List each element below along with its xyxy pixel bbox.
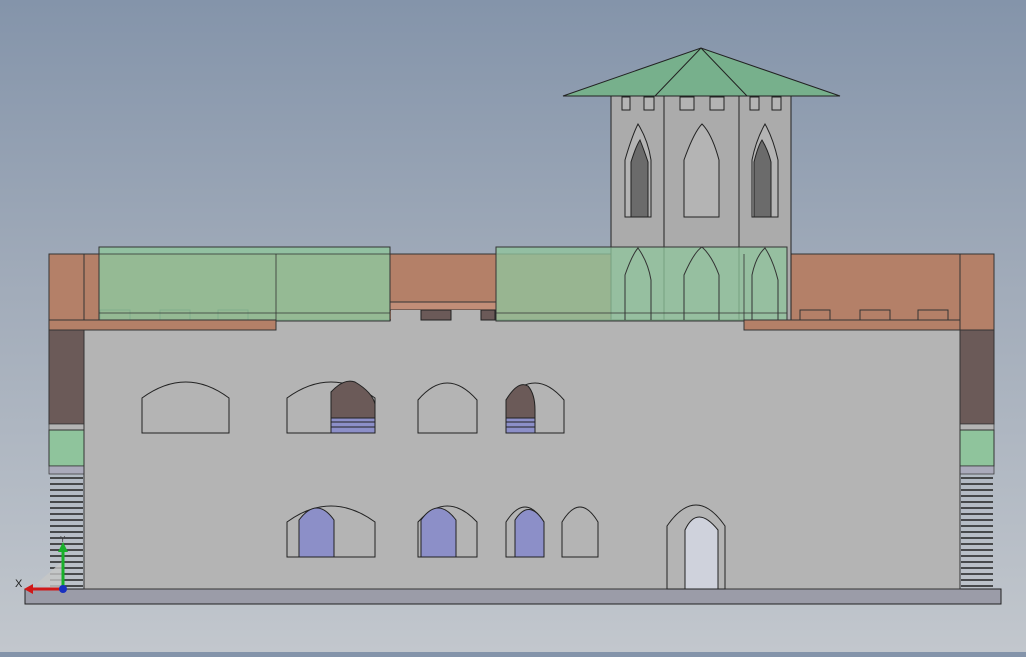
left-wing <box>48 253 85 587</box>
merlon-2 <box>480 309 496 321</box>
tower-roof <box>562 47 841 97</box>
right-wing <box>959 253 995 587</box>
entrance-door <box>684 516 719 590</box>
lower-window-4 <box>561 506 599 558</box>
lower-window-2-glass <box>420 507 457 558</box>
triad-shadow <box>36 560 64 590</box>
right-wing-louvers <box>961 477 993 587</box>
lower-window-1-glass <box>298 507 335 558</box>
base-slab <box>24 588 1002 605</box>
merlon-1 <box>420 309 452 321</box>
upper-window-1 <box>141 381 230 434</box>
glass-volume-left <box>48 246 391 331</box>
z-axis-dot-icon <box>59 585 67 593</box>
x-axis-label: X <box>15 578 23 590</box>
building-drawing: X Y <box>15 47 1002 605</box>
y-axis-label: Y <box>60 535 66 544</box>
lower-window-3-glass <box>514 509 545 558</box>
cad-viewport[interactable]: X Y <box>0 0 1026 652</box>
coordinate-triad[interactable]: X Y <box>15 535 68 594</box>
